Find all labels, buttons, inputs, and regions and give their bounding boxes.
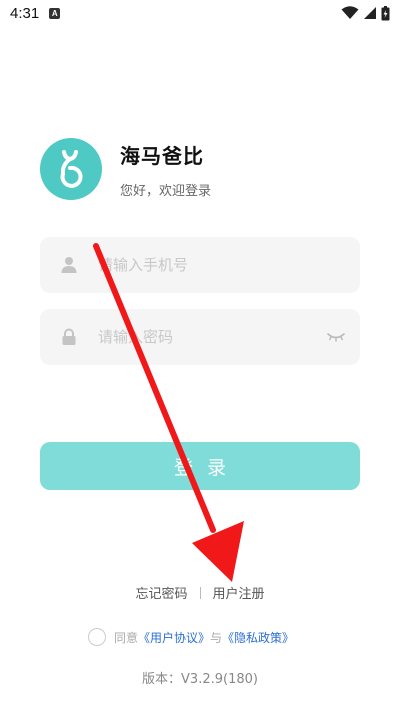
status-left: 4:31 A bbox=[10, 4, 61, 22]
welcome-text: 您好，欢迎登录 bbox=[120, 184, 212, 199]
password-field[interactable] bbox=[40, 309, 360, 365]
agreement-radio[interactable] bbox=[88, 628, 106, 646]
user-icon bbox=[61, 257, 77, 273]
agreement-conjunction: 与 bbox=[210, 630, 223, 645]
user-agreement-link[interactable]: 《用户协议》 bbox=[138, 629, 210, 646]
wifi-icon bbox=[341, 6, 359, 19]
link-divider bbox=[199, 586, 201, 599]
account-links: 忘记密码 用户注册 bbox=[0, 583, 400, 602]
login-button[interactable]: 登录 bbox=[40, 442, 360, 490]
notification-icon: A bbox=[49, 7, 61, 19]
app-logo bbox=[40, 138, 102, 200]
forgot-password-link[interactable]: 忘记密码 bbox=[135, 583, 187, 602]
eye-closed-icon[interactable] bbox=[326, 331, 346, 343]
lock-icon bbox=[62, 328, 76, 345]
status-bar: 4:31 A bbox=[0, 0, 400, 26]
status-right bbox=[341, 5, 390, 21]
agreement-prefix: 同意 bbox=[114, 630, 139, 645]
version-text: 版本：V3.2.9(180) bbox=[142, 672, 258, 687]
battery-icon bbox=[381, 5, 390, 20]
status-time: 4:31 bbox=[10, 4, 40, 22]
register-link[interactable]: 用户注册 bbox=[213, 583, 265, 602]
app-name: 海马爸比 bbox=[120, 144, 204, 168]
seahorse-logo-icon bbox=[60, 150, 83, 188]
privacy-policy-link[interactable]: 《隐私政策》 bbox=[222, 629, 294, 646]
signal-icon bbox=[364, 7, 376, 19]
phone-input[interactable] bbox=[98, 237, 318, 293]
phone-field[interactable] bbox=[40, 237, 360, 293]
password-input[interactable] bbox=[98, 309, 318, 365]
agreement-row: 同意 《用户协议》 与 《隐私政策》 bbox=[88, 628, 294, 646]
